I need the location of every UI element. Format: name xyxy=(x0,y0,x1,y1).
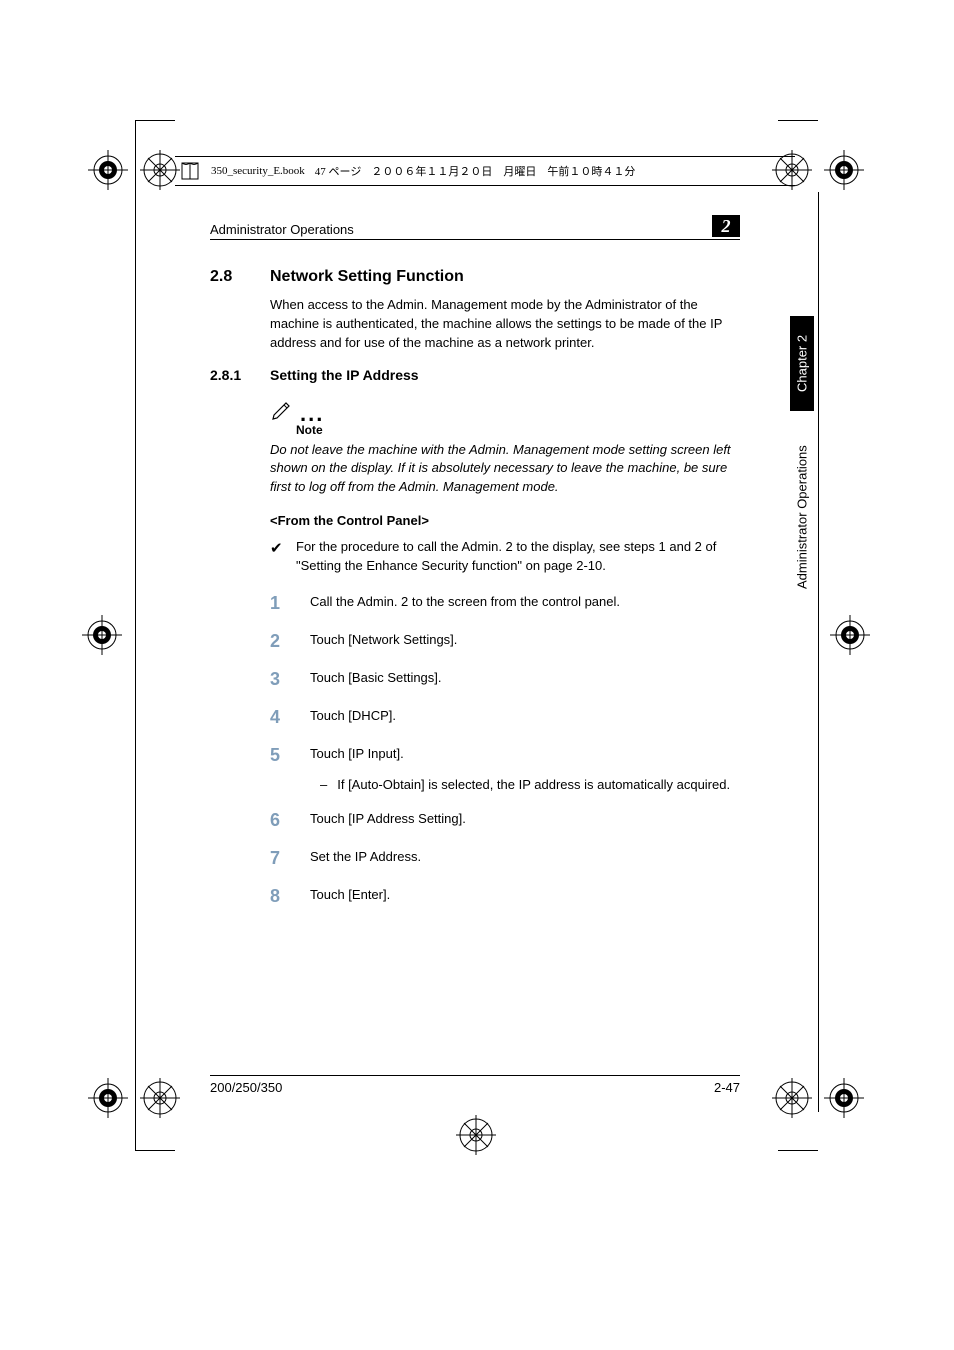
step-number: 8 xyxy=(270,883,282,909)
step-6: 6 Touch [IP Address Setting]. xyxy=(270,807,740,833)
side-tab-chapter: Chapter 2 xyxy=(790,316,814,411)
step-number: 7 xyxy=(270,845,282,871)
meta-file: 350_security_E.book xyxy=(211,165,305,177)
step-4: 4 Touch [DHCP]. xyxy=(270,704,740,730)
note-block: ... Note Do not leave the machine with t… xyxy=(270,397,740,498)
reg-mark-tr-outer xyxy=(824,150,864,190)
section-title: Network Setting Function xyxy=(270,268,464,286)
step-text: Touch [Basic Settings]. xyxy=(310,666,442,692)
dash-icon: – xyxy=(320,776,327,795)
footer-right: 2-47 xyxy=(714,1080,740,1095)
check-icon: ✔ xyxy=(270,538,284,576)
frame-bot-r xyxy=(778,1150,818,1151)
frame-right xyxy=(818,192,819,1112)
reg-mark-bl-outer xyxy=(88,1078,128,1118)
step-2: 2 Touch [Network Settings]. xyxy=(270,628,740,654)
step-text: Touch [Enter]. xyxy=(310,883,390,909)
substep-text: If [Auto-Obtain] is selected, the IP add… xyxy=(337,776,730,795)
chapter-number-box: 2 xyxy=(712,215,740,237)
note-label: Note xyxy=(296,423,740,437)
reg-mark-mr-outer xyxy=(830,615,870,655)
frame-top-r xyxy=(778,120,818,121)
chapter-number: 2 xyxy=(722,216,731,237)
panel-heading: <From the Control Panel> xyxy=(270,513,740,528)
meta-strip: 350_security_E.book 47 ページ ２００６年１１月２０日 月… xyxy=(175,156,795,186)
book-icon xyxy=(179,160,201,182)
reg-mark-tl-outer xyxy=(88,150,128,190)
step-text: Touch [Network Settings]. xyxy=(310,628,457,654)
running-head: Administrator Operations 2 xyxy=(210,215,740,240)
step-5-sub: –If [Auto-Obtain] is selected, the IP ad… xyxy=(320,776,740,795)
step-text: Touch [IP Input]. xyxy=(310,742,404,768)
page: 350_security_E.book 47 ページ ２００６年１１月２０日 月… xyxy=(0,0,954,1350)
subsection-number: 2.8.1 xyxy=(210,367,248,383)
meta-date: ２００６年１１月２０日 月曜日 午前１０時４１分 xyxy=(371,163,635,179)
step-number: 2 xyxy=(270,628,282,654)
side-tab-title-label: Administrator Operations xyxy=(795,445,810,589)
step-text: Touch [DHCP]. xyxy=(310,704,396,730)
step-number: 4 xyxy=(270,704,282,730)
check-item: ✔ For the procedure to call the Admin. 2… xyxy=(270,538,740,576)
section-heading: 2.8 Network Setting Function xyxy=(210,268,740,286)
subsection-title: Setting the IP Address xyxy=(270,367,419,383)
step-number: 5 xyxy=(270,742,282,768)
running-head-text: Administrator Operations xyxy=(210,222,354,237)
side-tab-chapter-label: Chapter 2 xyxy=(795,335,810,392)
section-body: When access to the Admin. Management mod… xyxy=(270,296,740,353)
meta-page: 47 ページ xyxy=(315,163,362,179)
note-text: Do not leave the machine with the Admin.… xyxy=(270,441,740,498)
step-1: 1 Call the Admin. 2 to the screen from th… xyxy=(270,590,740,616)
check-text: For the procedure to call the Admin. 2 t… xyxy=(296,538,740,576)
step-number: 1 xyxy=(270,590,282,616)
reg-mark-ml-outer xyxy=(82,615,122,655)
frame-bot-l xyxy=(135,1150,175,1151)
step-3: 3 Touch [Basic Settings]. xyxy=(270,666,740,692)
reg-mark-bl-inner xyxy=(140,1078,180,1118)
step-8: 8 Touch [Enter]. xyxy=(270,883,740,909)
step-text: Touch [IP Address Setting]. xyxy=(310,807,466,833)
reg-mark-bc xyxy=(456,1115,496,1155)
footer-left: 200/250/350 xyxy=(210,1080,282,1095)
note-icon-row: ... xyxy=(270,397,740,421)
step-number: 6 xyxy=(270,807,282,833)
reg-mark-tl-inner xyxy=(140,150,180,190)
footer: 200/250/350 2-47 xyxy=(210,1075,740,1095)
subsection-heading: 2.8.1 Setting the IP Address xyxy=(210,367,740,383)
step-text: Call the Admin. 2 to the screen from the… xyxy=(310,590,620,616)
frame-left xyxy=(135,120,136,1150)
reg-mark-br-outer xyxy=(824,1078,864,1118)
reg-mark-br-inner xyxy=(772,1078,812,1118)
frame-top-l xyxy=(135,120,175,121)
step-7: 7 Set the IP Address. xyxy=(270,845,740,871)
side-tab-title: Administrator Operations xyxy=(790,422,814,612)
step-number: 3 xyxy=(270,666,282,692)
content: Administrator Operations 2 2.8 Network S… xyxy=(210,215,740,921)
note-dots: ... xyxy=(300,407,324,420)
step-5: 5 Touch [IP Input]. xyxy=(270,742,740,768)
section-number: 2.8 xyxy=(210,268,248,286)
step-text: Set the IP Address. xyxy=(310,845,421,871)
pencil-icon xyxy=(270,397,294,421)
